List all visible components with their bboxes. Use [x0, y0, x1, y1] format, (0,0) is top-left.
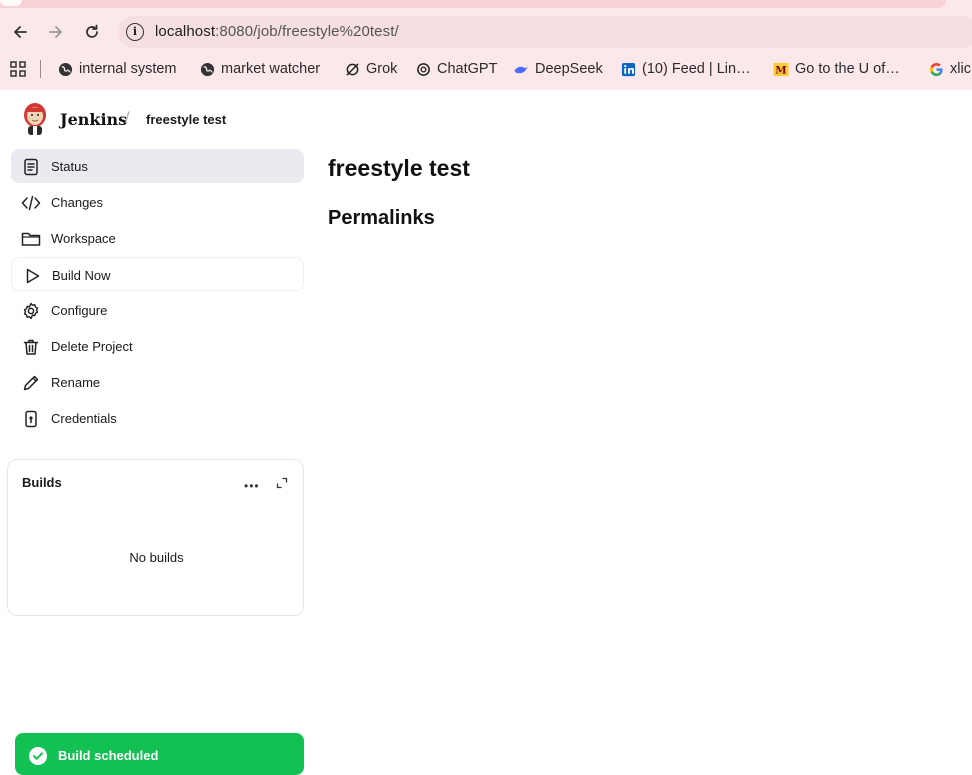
sidebar-item-credentials[interactable]: Credentials: [11, 401, 304, 435]
globe-icon: [57, 61, 73, 77]
reload-button[interactable]: [81, 21, 103, 43]
sidebar-item-label: Status: [51, 159, 88, 174]
sidebar-item-build-now[interactable]: Build Now: [11, 257, 304, 291]
play-icon: [22, 266, 42, 286]
bookmark-label: DeepSeek: [535, 61, 603, 77]
sidebar-item-label: Workspace: [51, 231, 116, 246]
sidebar-item-label: Configure: [51, 303, 108, 318]
sidebar-item-workspace[interactable]: Workspace: [11, 221, 304, 255]
jenkins-brand[interactable]: Jenkins: [60, 110, 127, 129]
bookmark-label: market watcher: [221, 61, 321, 77]
globe-icon: [199, 61, 215, 77]
bookmark-label: (10) Feed | Lin…: [642, 61, 751, 77]
bookmark-google[interactable]: xlic: [928, 59, 971, 79]
sidebar-item-changes[interactable]: Changes: [11, 185, 304, 219]
arrow-right-icon: [49, 26, 62, 38]
apps-icon[interactable]: [10, 61, 26, 82]
bookmark-market-watcher[interactable]: market watcher: [199, 59, 320, 79]
builds-card: Builds ••• No builds: [7, 459, 304, 616]
back-button[interactable]: [9, 21, 31, 43]
toast-label: Build scheduled: [58, 748, 159, 763]
page-title: freestyle test: [328, 155, 470, 181]
bookmark-label: Grok: [366, 61, 398, 77]
sidebar-item-label: Delete Project: [51, 339, 133, 354]
folder-icon: [21, 229, 41, 249]
url-text[interactable]: localhost:8080/job/freestyle%20test/: [155, 23, 399, 40]
status-icon: [21, 157, 41, 177]
bookmark-label: internal system: [79, 61, 177, 77]
builds-empty-message: No builds: [129, 550, 184, 565]
sidebar-item-label: Changes: [51, 195, 104, 210]
arrow-left-icon: [14, 26, 27, 38]
sidebar-item-delete-project[interactable]: Delete Project: [11, 329, 304, 363]
gear-icon: [21, 301, 41, 321]
bookmark-linkedin[interactable]: (10) Feed | Lin…: [620, 59, 751, 79]
umn-icon: M: [773, 61, 789, 77]
linkedin-icon: [620, 61, 636, 77]
bookmark-label: Go to the U of…: [795, 61, 900, 77]
sidebar-item-configure[interactable]: Configure: [11, 293, 304, 327]
code-icon: [21, 193, 41, 213]
builds-title: Builds: [22, 475, 62, 490]
bookmarks-bar: internal system market watcher Grok Chat…: [0, 56, 972, 82]
bookmark-separator: [40, 60, 41, 78]
deepseek-icon: [513, 61, 529, 77]
breadcrumb-separator: /: [125, 110, 130, 127]
tab-strip: [0, 0, 946, 8]
google-icon: [928, 61, 944, 77]
browser-chrome: i localhost:8080/job/freestyle%20test/ i…: [0, 0, 972, 90]
sidebar-item-status[interactable]: Status: [11, 149, 304, 183]
url-host: localhost: [155, 23, 216, 40]
bookmark-chatgpt[interactable]: ChatGPT: [415, 59, 497, 79]
bookmark-internal-system[interactable]: internal system: [57, 59, 177, 79]
tab-edge: [0, 0, 22, 6]
address-bar[interactable]: i localhost:8080/job/freestyle%20test/: [118, 16, 972, 48]
url-path: :8080/job/freestyle%20test/: [215, 23, 399, 40]
bookmark-umn[interactable]: M Go to the U of…: [773, 59, 900, 79]
bookmark-label: ChatGPT: [437, 61, 498, 77]
bookmark-deepseek[interactable]: DeepSeek: [513, 59, 603, 79]
sidebar-item-label: Build Now: [52, 268, 111, 283]
build-scheduled-toast: Build scheduled: [15, 733, 304, 775]
forward-button[interactable]: [45, 21, 67, 43]
builds-menu-icon[interactable]: •••: [244, 479, 260, 493]
bookmark-label: xlic: [950, 61, 971, 77]
sidebar-item-label: Credentials: [51, 411, 117, 426]
jenkins-logo-icon[interactable]: [22, 102, 48, 136]
reload-icon: [86, 24, 98, 38]
pencil-icon: [21, 373, 41, 393]
trash-icon: [21, 337, 41, 357]
permalinks-heading: Permalinks: [328, 207, 435, 229]
site-info-icon[interactable]: i: [126, 23, 144, 41]
sidebar-item-rename[interactable]: Rename: [11, 365, 304, 399]
sidebar-item-label: Rename: [51, 375, 101, 390]
grok-icon: [344, 61, 360, 77]
bookmark-grok[interactable]: Grok: [344, 59, 397, 79]
svg-text:M: M: [775, 64, 786, 76]
credentials-icon: [21, 409, 41, 429]
expand-icon[interactable]: [276, 476, 288, 489]
check-circle-icon: [29, 747, 47, 765]
chatgpt-icon: [415, 61, 431, 77]
breadcrumb-job[interactable]: freestyle test: [146, 112, 226, 127]
